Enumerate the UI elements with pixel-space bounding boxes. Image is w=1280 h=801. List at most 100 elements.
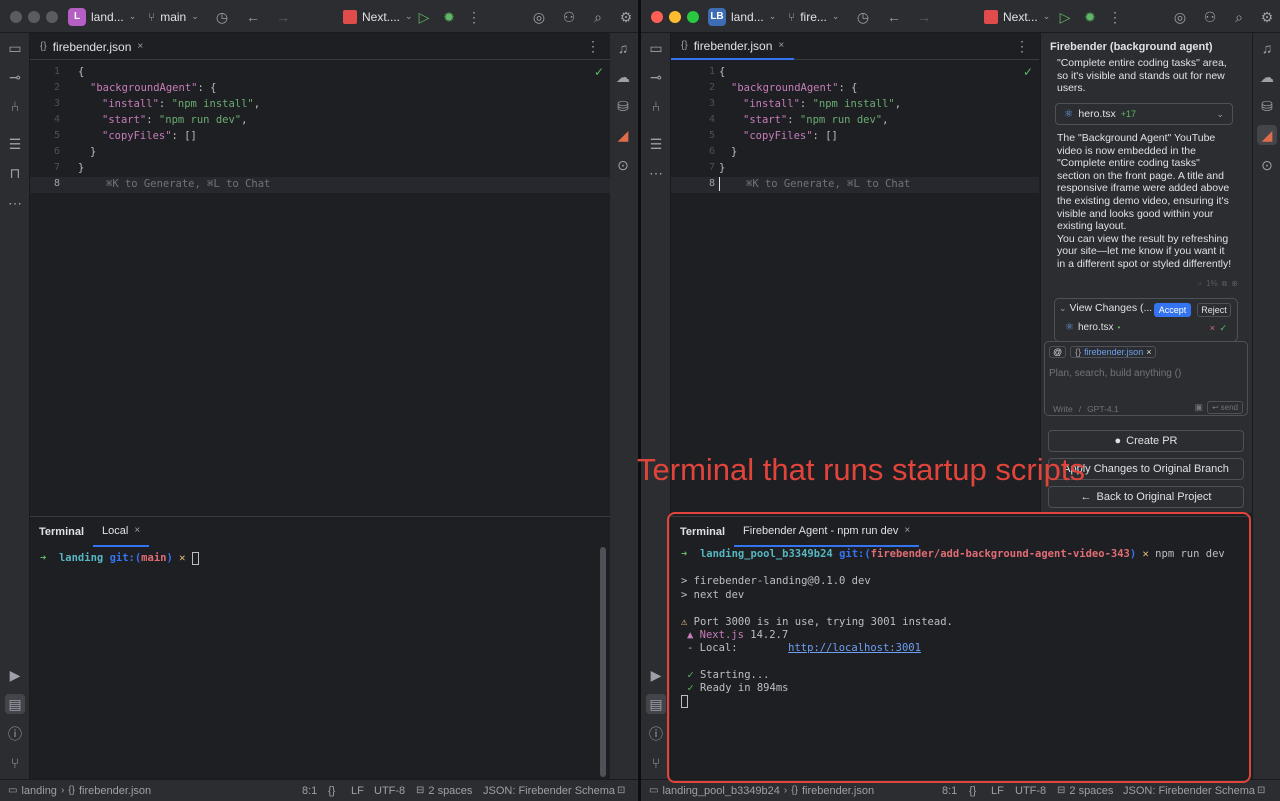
settings-gear-icon[interactable]: ⚙ [1258, 8, 1276, 26]
close-tab-icon[interactable]: × [778, 40, 784, 51]
more-vertical-icon[interactable]: ⋮ [1106, 8, 1124, 26]
close-window-button[interactable] [10, 11, 22, 23]
add-user-icon[interactable]: ⚇ [1201, 8, 1219, 26]
mention-icon[interactable]: @ [1049, 346, 1067, 358]
database-icon[interactable]: ⛁ [613, 96, 633, 116]
changed-file-chip[interactable]: ⚛ hero.tsx +17 ⌄ [1055, 103, 1233, 125]
json-schema[interactable]: JSON: Firebender Schema [1123, 780, 1255, 801]
back-arrow-icon[interactable]: ← [244, 8, 262, 26]
debug-icon[interactable]: ✹ [440, 8, 458, 26]
terminal-scrollbar[interactable] [600, 547, 606, 777]
history-icon[interactable]: ◷ [213, 8, 231, 26]
cursor-position[interactable]: 8:1 [942, 780, 957, 801]
add-user-icon[interactable]: ⚇ [560, 8, 578, 26]
cursor-position[interactable]: 8:1 [302, 780, 317, 801]
indent-setting[interactable]: ⊟ 2 spaces [1057, 780, 1113, 801]
changed-file-row[interactable]: ⚛ hero.tsx • [1065, 322, 1120, 333]
code-editor[interactable]: {} firebender.json × ⋮ ✓ 1 2 3 4 5 6 7 8… [30, 33, 610, 516]
database-icon[interactable]: ⛁ [1257, 96, 1277, 116]
commit-icon[interactable]: ⊸ [646, 67, 666, 87]
notifications-icon[interactable]: ♫ [1257, 38, 1277, 58]
search-icon[interactable]: ⌕ [589, 8, 607, 26]
bookmarks-icon[interactable]: ⊓ [5, 163, 25, 183]
lock-icon[interactable]: ⊡ [617, 780, 625, 801]
commit-icon[interactable]: ⊸ [5, 67, 25, 87]
ai-assistant-icon[interactable]: ◎ [530, 8, 548, 26]
project-folder-icon[interactable]: ▭ [5, 38, 25, 58]
terminal-icon[interactable]: ▤ [5, 694, 25, 714]
create-pr-button[interactable]: ● Create PR [1048, 430, 1244, 452]
breadcrumb[interactable]: ▭ landing_pool_b3349b24 › {} firebender.… [649, 780, 874, 801]
services-icon[interactable]: ▶ [646, 665, 666, 685]
ai-chat-icon[interactable]: ☁ [1257, 67, 1277, 87]
mode-selector[interactable]: Write [1053, 404, 1073, 414]
run-config-selector[interactable]: Next... ⌄ [984, 0, 1050, 33]
settings-gear-icon[interactable]: ⚙ [617, 8, 635, 26]
structure-icon[interactable]: ☰ [5, 134, 25, 154]
lock-icon[interactable]: ⊡ [1257, 780, 1265, 801]
more-tools-icon[interactable]: ⋯ [646, 163, 666, 183]
editor-tab-firebender-json[interactable]: {} firebender.json × [30, 33, 153, 60]
pull-requests-icon[interactable]: ⑃ [5, 96, 25, 116]
branch-switcher[interactable]: ⑂ fire... ⌄ [788, 0, 839, 33]
history-icon[interactable]: ◷ [854, 8, 872, 26]
send-button[interactable]: ↩ send [1206, 401, 1243, 414]
model-selector[interactable]: GPT-4.1 [1087, 404, 1119, 414]
project-folder-icon[interactable]: ▭ [646, 38, 666, 58]
endpoints-icon[interactable]: ⊙ [613, 155, 633, 175]
debug-icon[interactable]: ✹ [1081, 8, 1099, 26]
ai-chat-icon[interactable]: ☁ [613, 67, 633, 87]
line-separator[interactable]: LF [991, 780, 1004, 801]
more-vertical-icon[interactable]: ⋮ [1015, 39, 1029, 53]
forward-arrow-icon[interactable]: → [274, 8, 292, 26]
forward-arrow-icon[interactable]: → [915, 8, 933, 26]
zoom-window-button[interactable] [46, 11, 58, 23]
accept-button[interactable]: Accept [1154, 303, 1191, 317]
project-switcher[interactable]: L land... ⌄ [68, 0, 136, 33]
search-icon[interactable]: ⌕ [1230, 8, 1248, 26]
context-file-chip[interactable]: {} firebender.json × [1070, 346, 1157, 358]
json-structure-indicator[interactable]: {} [328, 780, 335, 801]
git-icon[interactable]: ⑂ [5, 753, 25, 773]
terminal-output[interactable]: ➜ landing git:(main) ✕ [30, 547, 610, 779]
pull-requests-icon[interactable]: ⑃ [646, 96, 666, 116]
code-editor[interactable]: {} firebender.json × ⋮ ✓ 1 2 3 4 5 6 7 8… [671, 33, 1039, 513]
terminal-tab-local[interactable]: Local × [93, 517, 150, 547]
ai-assistant-icon[interactable]: ◎ [1171, 8, 1189, 26]
branch-switcher[interactable]: ⑂ main ⌄ [148, 0, 199, 33]
file-encoding[interactable]: UTF-8 [374, 780, 405, 801]
more-vertical-icon[interactable]: ⋮ [465, 8, 483, 26]
close-tab-icon[interactable]: × [137, 41, 143, 52]
firebender-icon[interactable]: ◢ [613, 125, 633, 145]
git-icon[interactable]: ⑂ [646, 753, 666, 773]
notifications-icon[interactable]: ♫ [613, 38, 633, 58]
breadcrumb[interactable]: ▭ landing › {} firebender.json [8, 780, 151, 801]
structure-icon[interactable]: ☰ [646, 134, 666, 154]
back-arrow-icon[interactable]: ← [885, 8, 903, 26]
services-icon[interactable]: ▶ [5, 665, 25, 685]
reject-file-icon[interactable]: × [1210, 323, 1215, 333]
problems-icon[interactable]: ⓘ [5, 724, 25, 744]
endpoints-icon[interactable]: ⊙ [1257, 155, 1277, 175]
terminal-icon[interactable]: ▤ [646, 694, 666, 714]
more-tools-icon[interactable]: ⋯ [5, 193, 25, 213]
reject-button[interactable]: Reject [1197, 303, 1231, 317]
json-structure-indicator[interactable]: {} [969, 780, 976, 801]
problems-icon[interactable]: ⓘ [646, 724, 666, 744]
zoom-window-button[interactable] [687, 11, 699, 23]
file-encoding[interactable]: UTF-8 [1015, 780, 1046, 801]
run-icon[interactable]: ▷ [415, 8, 433, 26]
chat-input-box[interactable]: @ {} firebender.json × Plan, search, build… [1044, 341, 1248, 416]
minimize-window-button[interactable] [669, 11, 681, 23]
indent-setting[interactable]: ⊟ 2 spaces [416, 780, 472, 801]
minimize-window-button[interactable] [28, 11, 40, 23]
run-icon[interactable]: ▷ [1056, 8, 1074, 26]
line-separator[interactable]: LF [351, 780, 364, 801]
close-tab-icon[interactable]: × [134, 526, 140, 536]
close-window-button[interactable] [651, 11, 663, 23]
back-to-original-button[interactable]: ← Back to Original Project [1048, 486, 1244, 508]
view-changes-toggle[interactable]: ⌄ View Changes (... [1059, 302, 1152, 314]
project-switcher[interactable]: LB land... ⌄ [708, 0, 776, 33]
run-config-selector[interactable]: Next.... ⌄ [343, 0, 413, 33]
accept-file-icon[interactable]: ✓ [1219, 323, 1227, 334]
